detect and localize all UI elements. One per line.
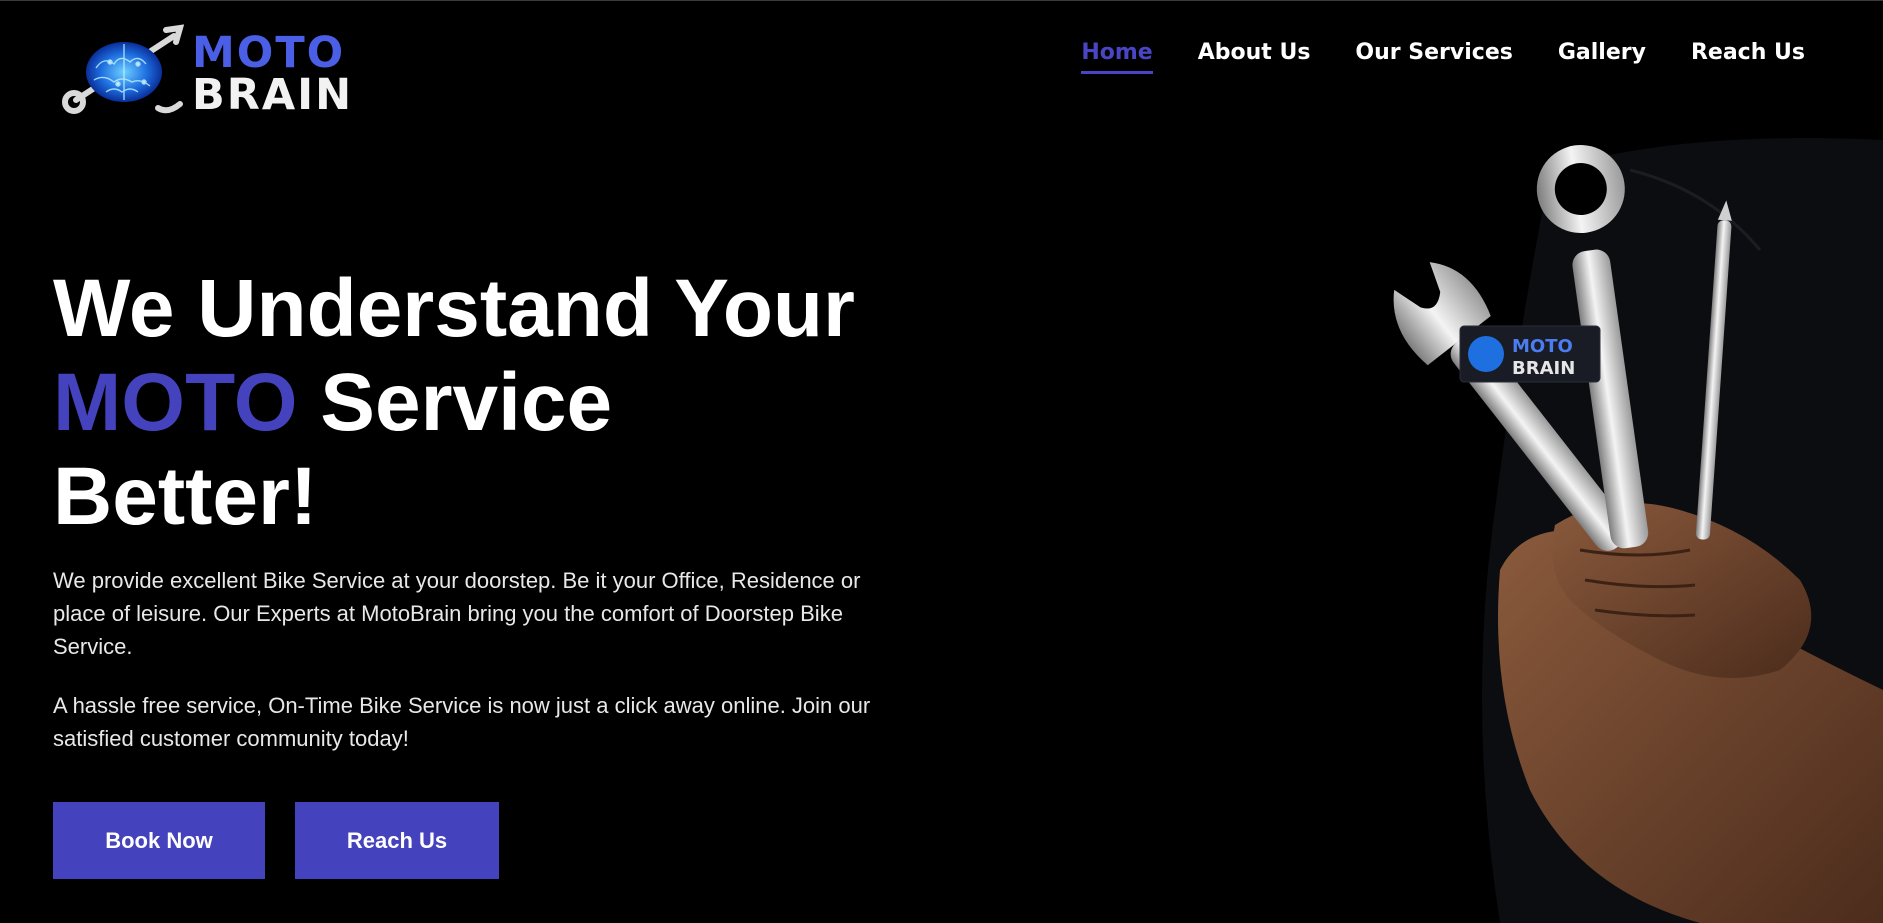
logo-link[interactable]: MOTO BRAIN bbox=[62, 18, 352, 123]
hero-title-accent: MOTO bbox=[53, 357, 298, 448]
hero-title-line1: We Understand Your bbox=[53, 263, 855, 354]
book-now-button[interactable]: Book Now bbox=[53, 802, 265, 879]
hero-title-line2: Service bbox=[297, 357, 613, 448]
hero-paragraph-2: A hassle free service, On-Time Bike Serv… bbox=[53, 693, 871, 751]
hero-buttons: Book Now Reach Us bbox=[53, 802, 499, 879]
brain-wrench-icon bbox=[62, 24, 185, 114]
hero-title: We Understand Your MOTO Service Better! bbox=[53, 262, 913, 544]
logo-line-brain: BRAIN bbox=[192, 70, 354, 120]
reach-us-button[interactable]: Reach Us bbox=[295, 802, 499, 879]
badge-line-brain: BRAIN bbox=[1512, 358, 1575, 379]
nav-about-us[interactable]: About Us bbox=[1198, 40, 1311, 74]
hero-title-line3: Better! bbox=[53, 451, 318, 542]
logo-wordmark: MOTO BRAIN bbox=[192, 28, 354, 120]
badge-line-moto: MOTO bbox=[1512, 336, 1573, 357]
hero-section: We Understand Your MOTO Service Better! … bbox=[53, 262, 913, 755]
main-nav: Home About Us Our Services Gallery Reach… bbox=[1081, 40, 1805, 74]
nav-reach-us[interactable]: Reach Us bbox=[1691, 40, 1805, 74]
site-header: MOTO BRAIN Home About Us Our Services Ga… bbox=[0, 0, 1883, 120]
logo-line-moto: MOTO bbox=[192, 28, 346, 78]
nav-gallery[interactable]: Gallery bbox=[1558, 40, 1646, 74]
hero-paragraph-1: We provide excellent Bike Service at you… bbox=[53, 568, 861, 659]
nav-our-services[interactable]: Our Services bbox=[1355, 40, 1512, 74]
nav-home[interactable]: Home bbox=[1081, 40, 1153, 74]
mechanic-with-tools-image: MOTO BRAIN bbox=[1393, 138, 1883, 923]
